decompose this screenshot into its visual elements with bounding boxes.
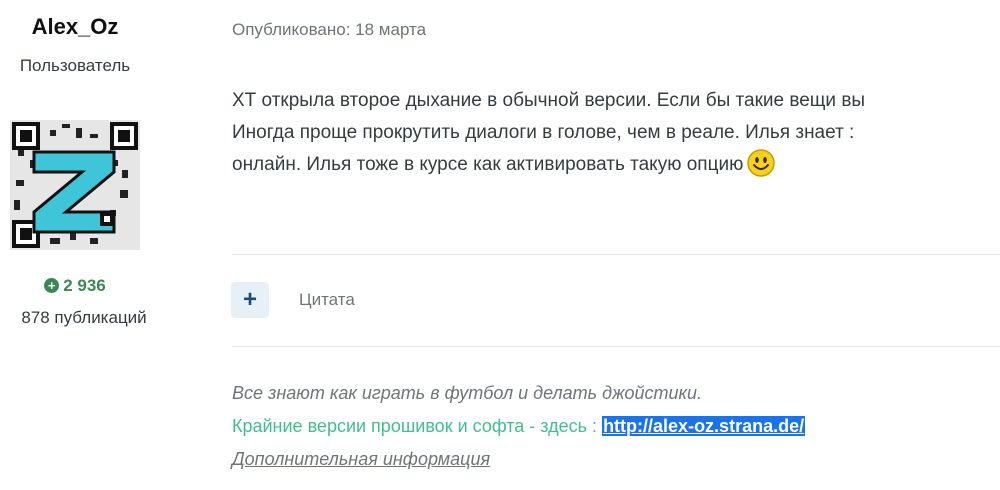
post-content: ХТ открыла второе дыхание в обычной верс…: [232, 85, 1000, 181]
post-line: ХТ открыла второе дыхание в обычной верс…: [232, 90, 866, 111]
post-line: онлайн. Илья тоже в курсе как активирова…: [232, 154, 744, 175]
avatar[interactable]: [10, 120, 140, 250]
more-info-link[interactable]: Дополнительная информация: [232, 449, 490, 470]
smiley-icon: [747, 149, 776, 177]
avatar-finder-top-left: [12, 122, 40, 150]
post-line: Иногда проще прокрутить диалоги в голове…: [232, 122, 855, 143]
signature-firmware-line: Крайние версии прошивок и софта - здесь …: [232, 416, 806, 437]
post-line-with-emoji: онлайн. Илья тоже в курсе как активирова…: [232, 149, 1000, 181]
published-date: Опубликовано: 18 марта: [232, 20, 427, 39]
quote-label[interactable]: Цитата: [299, 290, 355, 310]
reputation: +2 936: [0, 276, 150, 296]
divider: [232, 254, 1000, 255]
author-name[interactable]: Alex_Oz: [0, 14, 150, 40]
signature-link[interactable]: http://alex-oz.strana.de/: [602, 416, 806, 436]
signature-line: Все знают как играть в футбол и делать д…: [232, 383, 703, 403]
plus-icon: +: [242, 286, 257, 313]
signature-text: Крайние версии прошивок и софта - здесь …: [232, 416, 603, 436]
divider: [232, 346, 1000, 347]
plus-circle-icon: +: [44, 278, 60, 293]
quote-button[interactable]: +: [231, 282, 269, 318]
author-role: Пользователь: [19, 56, 131, 75]
reputation-value: 2 936: [63, 276, 106, 295]
post-count: 878 публикаций: [21, 308, 147, 327]
